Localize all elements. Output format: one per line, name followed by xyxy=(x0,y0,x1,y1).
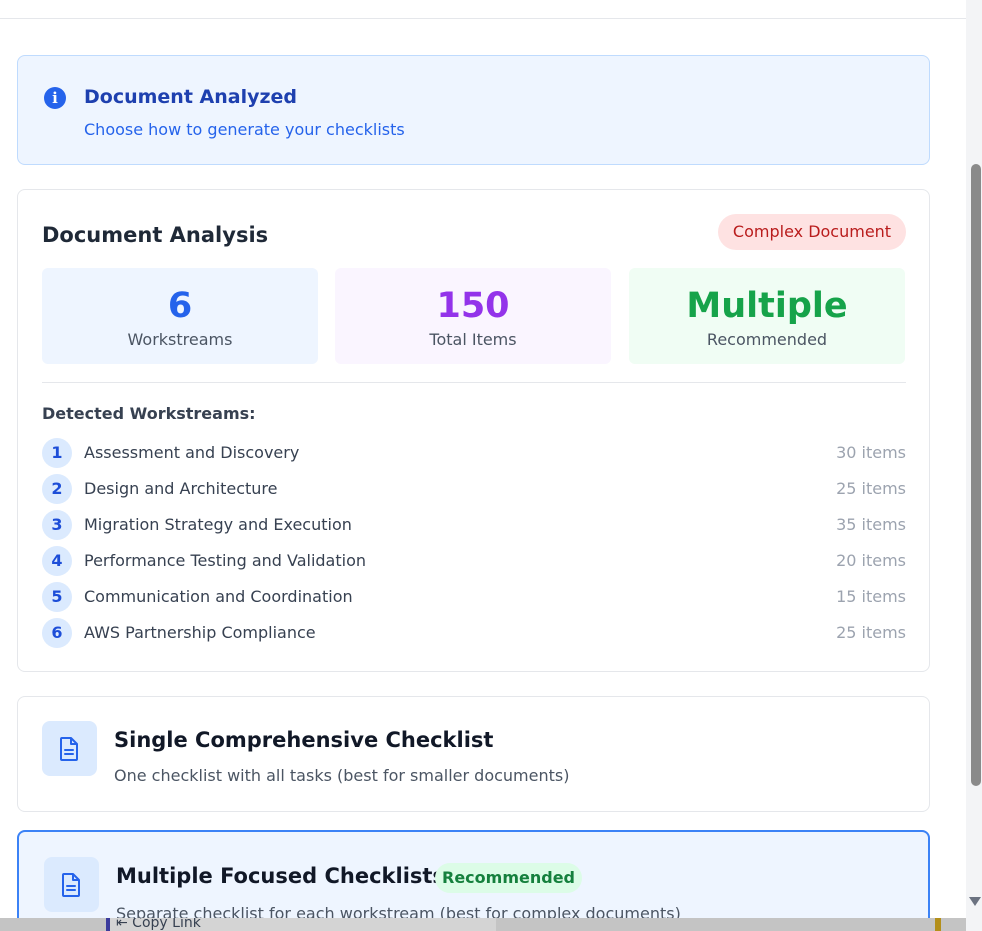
document-analysis-card: Document Analysis Complex Document 6 Wor… xyxy=(17,189,930,672)
list-item: 2 Design and Architecture 25 items xyxy=(42,473,906,509)
analysis-title: Document Analysis xyxy=(42,223,269,247)
workstream-number: 3 xyxy=(42,510,72,540)
workstream-count: 25 items xyxy=(836,623,906,642)
banner-title: Document Analyzed xyxy=(84,86,298,108)
stat-value: 6 xyxy=(167,286,193,326)
workstream-number: 6 xyxy=(42,618,72,648)
workstream-number: 1 xyxy=(42,438,72,468)
top-bar xyxy=(0,0,966,19)
stat-recommended: Multiple Recommended xyxy=(629,268,905,364)
workstream-number: 2 xyxy=(42,474,72,504)
single-checklist-option[interactable]: Single Comprehensive Checklist One check… xyxy=(17,696,930,812)
option-title: Multiple Focused Checklists xyxy=(116,864,445,888)
workstream-count: 20 items xyxy=(836,551,906,570)
workstream-count: 15 items xyxy=(836,587,906,606)
workstream-name: AWS Partnership Compliance xyxy=(84,623,316,642)
scroll-down-arrow-icon[interactable] xyxy=(969,897,981,906)
banner-subtitle: Choose how to generate your checklists xyxy=(84,120,405,139)
workstream-name: Communication and Coordination xyxy=(84,587,353,606)
info-icon: i xyxy=(44,87,66,109)
list-item: 1 Assessment and Discovery 30 items xyxy=(42,437,906,473)
toolbar-accent xyxy=(935,918,941,931)
list-item: 5 Communication and Coordination 15 item… xyxy=(42,581,906,617)
scrollbar-thumb[interactable] xyxy=(971,164,981,786)
stat-label: Recommended xyxy=(706,330,828,349)
multiple-checklists-option[interactable]: Multiple Focused Checklists Recommended … xyxy=(17,830,930,931)
document-icon xyxy=(42,721,97,776)
complexity-badge: Complex Document xyxy=(718,214,906,250)
analysis-banner: i Document Analyzed Choose how to genera… xyxy=(17,55,930,165)
option-title: Single Comprehensive Checklist xyxy=(114,728,494,752)
stat-value: Multiple xyxy=(686,286,848,326)
workstream-count: 35 items xyxy=(836,515,906,534)
workstream-number: 4 xyxy=(42,546,72,576)
stat-label: Total Items xyxy=(429,330,517,349)
list-item: 4 Performance Testing and Validation 20 … xyxy=(42,545,906,581)
workstream-name: Performance Testing and Validation xyxy=(84,551,367,570)
stat-workstreams: 6 Workstreams xyxy=(42,268,318,364)
stat-value: 150 xyxy=(436,286,510,326)
copy-link-button[interactable]: ⇤ Copy Link xyxy=(106,918,496,931)
workstream-name: Design and Architecture xyxy=(84,479,278,498)
bottom-toolbar: ⇤ Copy Link xyxy=(0,918,966,931)
divider xyxy=(42,382,906,383)
workstream-list: 1 Assessment and Discovery 30 items 2 De… xyxy=(42,437,906,653)
list-item: 6 AWS Partnership Compliance 25 items xyxy=(42,617,906,653)
stat-label: Workstreams xyxy=(127,330,233,349)
document-icon xyxy=(44,857,99,912)
option-description: One checklist with all tasks (best for s… xyxy=(114,766,570,785)
workstream-name: Assessment and Discovery xyxy=(84,443,300,462)
workstream-number: 5 xyxy=(42,582,72,612)
workstream-name: Migration Strategy and Execution xyxy=(84,515,352,534)
workstreams-heading: Detected Workstreams: xyxy=(42,404,256,423)
list-item: 3 Migration Strategy and Execution 35 it… xyxy=(42,509,906,545)
stat-total-items: 150 Total Items xyxy=(335,268,611,364)
recommended-badge: Recommended xyxy=(435,863,582,893)
workstream-count: 30 items xyxy=(836,443,906,462)
workstream-count: 25 items xyxy=(836,479,906,498)
